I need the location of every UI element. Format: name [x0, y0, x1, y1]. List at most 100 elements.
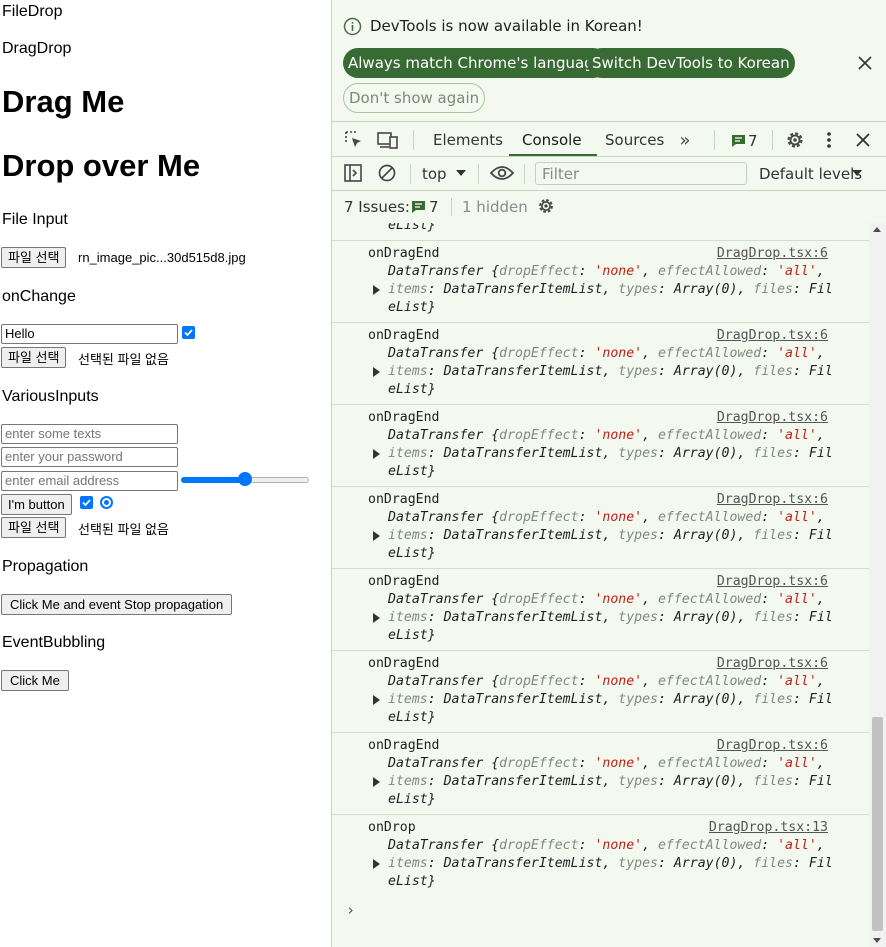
issues-settings-gear-icon[interactable] [535, 195, 557, 217]
log-source-link[interactable]: DragDrop.tsx:6 [717, 574, 828, 589]
file-input-heading: File Input [2, 211, 68, 228]
filter-placeholder: Filter [542, 165, 580, 183]
close-devtools-icon[interactable] [852, 129, 874, 151]
filter-input[interactable]: Filter [535, 162, 747, 185]
radio-various[interactable] [100, 496, 113, 509]
issues-label[interactable]: 7 Issues: [344, 198, 410, 216]
log-event-name: onDragEnd [368, 738, 440, 753]
scrollbar-thumb[interactable] [872, 717, 883, 931]
click-me-button[interactable]: Click Me [1, 670, 69, 691]
file-drop-heading: FileDrop [2, 3, 63, 20]
partial-log-line: eList} [388, 223, 436, 233]
log-event-name: onDrop [368, 820, 416, 835]
log-source-link[interactable]: DragDrop.tsx:6 [717, 246, 828, 261]
log-source-link[interactable]: DragDrop.tsx:6 [717, 492, 828, 507]
slider-thumb[interactable] [238, 472, 252, 486]
expand-triangle-icon[interactable] [373, 531, 380, 541]
console-log-entry[interactable]: onDragEnd DragDrop.tsx:6 DataTransfer {dro… [332, 322, 870, 404]
drop-over-me-heading[interactable]: Drop over Me [2, 148, 200, 184]
more-tabs-icon[interactable]: » [675, 129, 695, 151]
no-file-label-2: 선택된 파일 없음 [78, 522, 169, 537]
log-event-name: onDragEnd [368, 410, 440, 425]
drag-me-heading[interactable]: Drag Me [2, 84, 124, 120]
file-choose-button-3[interactable]: 파일 선택 [1, 517, 67, 538]
log-object-line-2: items: DataTransferItemList, types: Arra… [388, 282, 833, 297]
live-expression-eye-icon[interactable] [490, 163, 514, 183]
console-log-entry[interactable]: onDragEnd DragDrop.tsx:6 DataTransfer {dro… [332, 732, 870, 814]
expand-triangle-icon[interactable] [373, 449, 380, 459]
log-object-line-1: DataTransfer {dropEffect: 'none', effect… [388, 674, 825, 689]
language-notice: DevTools is now available in Korean! [370, 17, 643, 35]
console-log-entry[interactable]: onDragEnd DragDrop.tsx:6 DataTransfer {dro… [332, 404, 870, 486]
log-object-line-3: eList} [388, 874, 436, 889]
inspect-element-icon[interactable] [343, 129, 365, 151]
file-choose-button[interactable]: 파일 선택 [1, 247, 67, 268]
context-dropdown-icon[interactable] [454, 165, 468, 181]
console-log-entry[interactable]: onDragEnd DragDrop.tsx:6 DataTransfer {dro… [332, 650, 870, 732]
im-button[interactable]: I'm button [1, 494, 72, 515]
expand-triangle-icon[interactable] [373, 613, 380, 623]
console-log-entry[interactable]: onDrop DragDrop.tsx:13 DataTransfer {dropE… [332, 814, 870, 896]
expand-triangle-icon[interactable] [373, 285, 380, 295]
log-source-link[interactable]: DragDrop.tsx:13 [709, 820, 828, 835]
web-page: FileDrop DragDrop Drag Me Drop over Me F… [0, 0, 331, 947]
devtools-panel: DevTools is now available in Korean! Alw… [331, 0, 886, 947]
device-toolbar-icon[interactable] [377, 129, 399, 151]
drag-drop-heading: DragDrop [2, 40, 72, 57]
log-object-line-2: items: DataTransferItemList, types: Arra… [388, 610, 833, 625]
log-source-link[interactable]: DragDrop.tsx:6 [717, 656, 828, 671]
console-log-entry[interactable]: onDragEnd DragDrop.tsx:6 DataTransfer {dro… [332, 568, 870, 650]
clear-console-icon[interactable] [377, 163, 397, 183]
log-object-line-1: DataTransfer {dropEffect: 'none', effect… [388, 428, 825, 443]
log-object-line-2: items: DataTransferItemList, types: Arra… [388, 774, 833, 789]
password-input[interactable]: enter your password [1, 447, 178, 467]
always-match-language-button[interactable]: Always match Chrome's language [343, 48, 608, 78]
message-icon[interactable] [730, 133, 746, 149]
console-output[interactable]: eList} onDragEnd DragDrop.tsx:6 DataTransf… [332, 223, 870, 947]
issues-count[interactable]: 7 [429, 198, 439, 216]
text-input[interactable]: enter some texts [1, 424, 178, 444]
tab-elements[interactable]: Elements [433, 131, 503, 149]
console-log-entry[interactable]: onDragEnd DragDrop.tsx:6 DataTransfer {dro… [332, 486, 870, 568]
hidden-count[interactable]: 1 hidden [462, 198, 528, 216]
file-choose-button-2[interactable]: 파일 선택 [1, 347, 67, 368]
log-object-line-2: items: DataTransferItemList, types: Arra… [388, 446, 833, 461]
log-source-link[interactable]: DragDrop.tsx:6 [717, 738, 828, 753]
switch-to-korean-button[interactable]: Switch DevTools to Korean [587, 48, 795, 78]
tab-console[interactable]: Console [522, 131, 582, 149]
expand-triangle-icon[interactable] [373, 777, 380, 787]
tab-sources[interactable]: Sources [605, 131, 664, 149]
log-source-link[interactable]: DragDrop.tsx:6 [717, 328, 828, 343]
log-event-name: onDragEnd [368, 492, 440, 507]
email-input[interactable]: enter email address [1, 471, 178, 491]
context-selector[interactable]: top [422, 165, 447, 183]
range-slider[interactable] [181, 472, 309, 486]
log-object-line-2: items: DataTransferItemList, types: Arra… [388, 364, 833, 379]
expand-triangle-icon[interactable] [373, 695, 380, 705]
checkbox-on-change[interactable] [182, 326, 195, 339]
log-levels-selector[interactable]: Default levels [759, 165, 862, 183]
levels-dropdown-icon[interactable] [850, 165, 864, 181]
hello-input[interactable]: Hello [1, 324, 178, 344]
chosen-file-name: rn_image_pic...30d515d8.jpg [78, 250, 246, 265]
settings-gear-icon[interactable] [783, 128, 807, 152]
expand-triangle-icon[interactable] [373, 367, 380, 377]
dont-show-again-button[interactable]: Don't show again [343, 83, 486, 113]
checkbox-various[interactable] [80, 496, 93, 509]
event-bubbling-heading: EventBubbling [2, 634, 106, 651]
sidebar-toggle-icon[interactable] [343, 163, 363, 183]
issues-message-icon[interactable] [410, 199, 426, 215]
more-options-icon[interactable] [819, 129, 839, 151]
console-prompt-icon[interactable]: › [346, 901, 355, 919]
console-scrollbar[interactable] [869, 223, 886, 947]
log-object-line-3: eList} [388, 710, 436, 725]
various-inputs-heading: VariousInputs [2, 388, 99, 405]
log-source-link[interactable]: DragDrop.tsx:6 [717, 410, 828, 425]
stop-propagation-button[interactable]: Click Me and event Stop propagation [1, 594, 233, 615]
log-event-name: onDragEnd [368, 246, 440, 261]
console-log-entry[interactable]: onDragEnd DragDrop.tsx:6 DataTransfer {dro… [332, 240, 870, 322]
expand-triangle-icon[interactable] [373, 859, 380, 869]
propagation-heading: Propagation [2, 558, 89, 575]
message-count[interactable]: 7 [748, 132, 758, 150]
close-notice-icon[interactable] [855, 53, 875, 73]
